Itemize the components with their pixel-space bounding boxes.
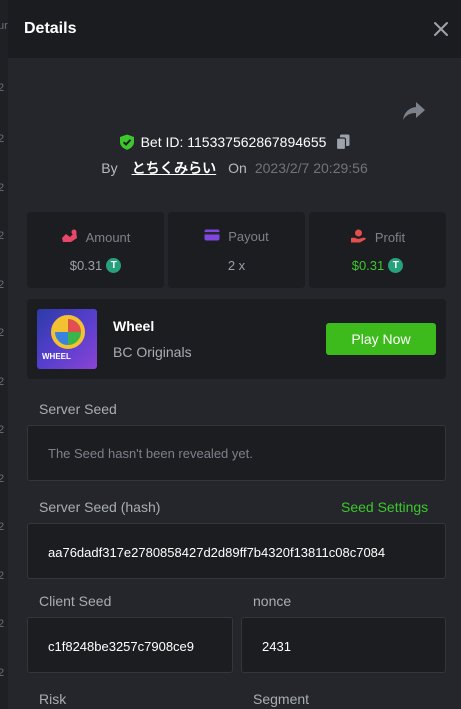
bet-byline: By とちくみらい On 2023/2/7 20:29:56 <box>8 158 461 178</box>
seed-settings-link[interactable]: Seed Settings <box>341 499 428 515</box>
stat-value: 2 x <box>227 258 246 273</box>
nonce-value: 2431 <box>262 639 291 654</box>
tether-coin-icon: T <box>106 258 122 273</box>
stat-value: $0.31 <box>69 258 103 273</box>
bet-id-row: Bet ID: 115337562867894655 <box>8 132 461 152</box>
background-page-strip: ur 2 2 2 2 2 2 2 2 2 2 2 2 2 <box>0 0 8 709</box>
share-icon[interactable] <box>402 100 426 122</box>
background-text: 2 <box>0 667 5 679</box>
background-text: 2 <box>0 327 5 339</box>
bet-details-panel: Details Bet ID: 115337562867894655 By とち… <box>8 0 461 709</box>
stat-profit: Profit $0.31 T <box>309 212 446 288</box>
background-text: 2 <box>0 82 5 94</box>
shield-check-icon <box>119 134 135 150</box>
stat-label: Payout <box>228 229 269 244</box>
background-text: 2 <box>0 424 5 436</box>
background-text: 2 <box>0 133 5 145</box>
background-text: 2 <box>0 570 5 582</box>
server-seed-value: The Seed hasn't been revealed yet. <box>48 446 253 461</box>
username-link[interactable]: とちくみらい <box>132 158 217 178</box>
stat-payout: Payout 2 x <box>168 212 305 288</box>
game-card: WHEEL Wheel BC Originals Play Now <box>27 299 446 379</box>
bet-id: Bet ID: 115337562867894655 <box>140 134 327 150</box>
server-seed-field[interactable]: The Seed hasn't been revealed yet. <box>27 425 446 481</box>
server-seed-hash-label: Server Seed (hash) <box>39 499 161 515</box>
payout-card-icon <box>204 229 220 244</box>
close-icon[interactable] <box>430 18 452 40</box>
by-label: By <box>101 160 118 176</box>
server-seed-label: Server Seed <box>39 401 117 417</box>
stat-label: Amount <box>85 230 131 245</box>
risk-label: Risk <box>39 691 67 707</box>
background-text: 2 <box>0 279 5 291</box>
segment-label: Segment <box>253 691 310 707</box>
thumbnail-label: WHEEL <box>42 352 71 361</box>
game-name: Wheel <box>113 318 155 334</box>
tether-coin-icon: T <box>388 258 404 273</box>
game-provider: BC Originals <box>113 344 192 360</box>
amount-icon <box>61 229 78 246</box>
play-now-button[interactable]: Play Now <box>326 323 436 355</box>
server-seed-hash-value: aa76dadf317e2780858427d2d89ff7b4320f1381… <box>48 545 386 560</box>
bet-date: 2023/2/7 20:29:56 <box>254 160 368 176</box>
profit-icon <box>350 229 367 246</box>
background-text: 2 <box>0 182 5 194</box>
background-text: 2 <box>0 618 5 630</box>
stat-label: Profit <box>374 230 406 245</box>
bet-stats: Amount $0.31 T Payout 2 x Profit $0.31 T <box>27 212 446 288</box>
on-label: On <box>228 160 247 176</box>
client-seed-field[interactable]: c1f8248be3257c7908ce9 <box>27 617 233 673</box>
panel-title: Details <box>24 20 77 37</box>
background-text: ur <box>0 20 8 32</box>
wheel-icon <box>51 315 85 349</box>
game-thumbnail[interactable]: WHEEL <box>37 309 97 369</box>
server-seed-hash-field[interactable]: aa76dadf317e2780858427d2d89ff7b4320f1381… <box>27 523 446 579</box>
copy-icon[interactable] <box>336 134 350 151</box>
client-seed-value: c1f8248be3257c7908ce9 <box>48 639 195 654</box>
background-text: 2 <box>0 376 5 388</box>
nonce-label: nonce <box>253 593 292 609</box>
stat-value: $0.31 <box>351 258 385 273</box>
background-text: 2 <box>0 521 5 533</box>
background-text: 2 <box>0 473 5 485</box>
background-text: 2 <box>0 230 5 242</box>
nonce-field[interactable]: 2431 <box>241 617 446 673</box>
client-seed-label: Client Seed <box>39 593 112 609</box>
stat-amount: Amount $0.31 T <box>27 212 164 288</box>
panel-header: Details <box>8 0 461 58</box>
